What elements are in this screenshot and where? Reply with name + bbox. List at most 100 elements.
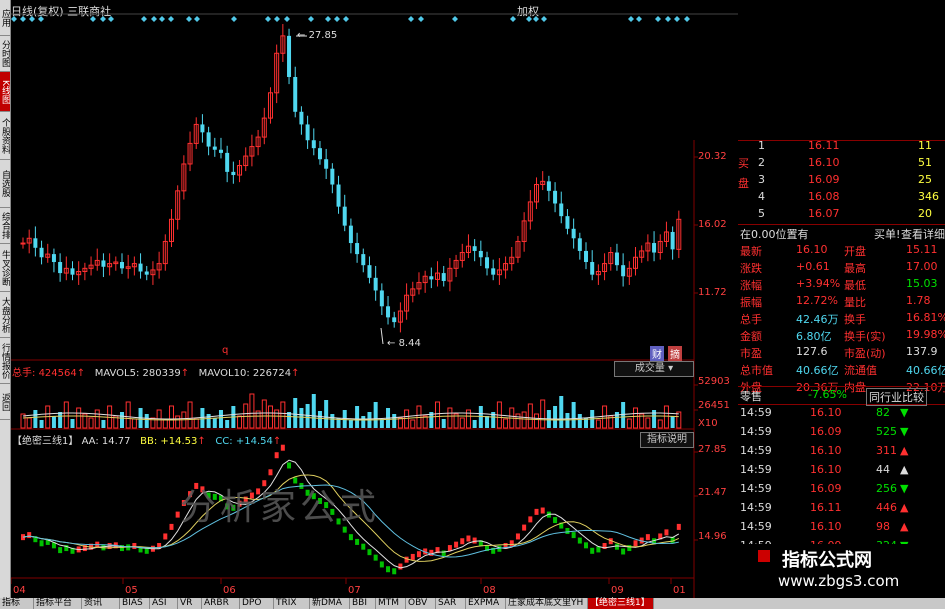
bottom-tab-9[interactable]: TRIX bbox=[274, 598, 310, 609]
candle-body bbox=[305, 124, 310, 141]
indicator-bar bbox=[509, 540, 514, 547]
volume-bar bbox=[212, 418, 217, 428]
bid-row[interactable]: 5 16.07 20 bbox=[738, 206, 945, 223]
candle-body bbox=[317, 148, 322, 160]
candle-body bbox=[478, 250, 483, 258]
candle-body bbox=[206, 132, 211, 147]
stat-key: 振幅 bbox=[740, 296, 762, 309]
bottom-tab-16[interactable]: 庄家成本底文里YH bbox=[506, 598, 588, 609]
bottom-tab-3[interactable]: 资讯 bbox=[82, 598, 120, 609]
bid-volume: 25 bbox=[918, 173, 932, 186]
compare-sector-button[interactable]: 同行业比较 bbox=[866, 388, 927, 406]
volume-bar bbox=[441, 419, 446, 428]
price-axis-label: 16.02 bbox=[698, 219, 727, 230]
left-tab-4[interactable]: 个股资料 bbox=[0, 112, 10, 160]
candle-body bbox=[590, 262, 595, 275]
volume-bar bbox=[218, 410, 223, 428]
candle-body bbox=[342, 206, 347, 226]
volume-bar bbox=[330, 414, 335, 428]
stat-value: 15.11 bbox=[906, 243, 938, 256]
tab-finance[interactable]: 财 bbox=[650, 346, 664, 361]
signal-diamond bbox=[20, 16, 26, 22]
stat-row: 总手 42.46万 换手 16.81% bbox=[738, 310, 945, 327]
signal-diamond bbox=[194, 16, 200, 22]
bottom-tab-4[interactable]: BIAS bbox=[120, 598, 150, 609]
bottom-tab-14[interactable]: SAR bbox=[436, 598, 466, 609]
volume-bar bbox=[88, 417, 94, 429]
bottom-tab-1[interactable]: 指标 bbox=[0, 598, 34, 609]
candle-body bbox=[386, 306, 391, 318]
high-price-mark: ← 27.85 bbox=[297, 30, 338, 41]
stat-row: 涨幅 +3.94% 最低 15.03 bbox=[738, 276, 945, 293]
bid-row[interactable]: 4 16.08 346 bbox=[738, 189, 945, 206]
left-tab-3[interactable]: K线图 bbox=[0, 72, 10, 112]
volume-bar bbox=[485, 416, 490, 428]
signal-diamond bbox=[141, 16, 147, 22]
bottom-tab-2[interactable]: 指标平台 bbox=[34, 598, 82, 609]
left-tab-8[interactable]: 大盘分析 bbox=[0, 292, 10, 338]
position-buy-label[interactable]: 买单! bbox=[874, 226, 900, 242]
stat-key: 最低 bbox=[844, 279, 866, 292]
candle-body bbox=[212, 146, 217, 150]
low-guide bbox=[380, 327, 384, 345]
signal-diamond bbox=[343, 16, 349, 22]
candle-body bbox=[218, 149, 223, 153]
volume-bar bbox=[33, 410, 38, 428]
candle-body bbox=[144, 271, 149, 275]
indicator-axis-label: 27.85 bbox=[698, 444, 727, 455]
volume-bar bbox=[534, 413, 540, 429]
candle-body bbox=[621, 265, 626, 277]
left-tab-9[interactable]: 行情报价 bbox=[0, 338, 10, 384]
indicator-bar bbox=[39, 540, 44, 547]
candle-body bbox=[101, 260, 106, 267]
candle-body bbox=[348, 225, 353, 244]
stat-value: 16.81% bbox=[906, 311, 945, 324]
left-tab-7[interactable]: 牛叉诊断 bbox=[0, 244, 10, 292]
bottom-tab-5[interactable]: ASI bbox=[150, 598, 178, 609]
volume-indicator-button[interactable]: 成交量 ▾ bbox=[614, 361, 694, 377]
signal-diamond bbox=[100, 16, 106, 22]
indicator-bar bbox=[132, 543, 137, 550]
bottom-tab-7[interactable]: ARBR bbox=[202, 598, 240, 609]
indicator-help-button[interactable]: 指标说明 bbox=[640, 432, 694, 448]
indicator-bar bbox=[392, 568, 397, 575]
bottom-tab-15[interactable]: EXPMA bbox=[466, 598, 506, 609]
bid-row[interactable]: 3 16.09 25 bbox=[738, 172, 945, 189]
bottom-tab-17[interactable]: 【绝密三线1】 bbox=[588, 598, 654, 609]
bottom-tab-12[interactable]: MTM bbox=[376, 598, 406, 609]
bid-row[interactable]: 2 16.10 51 bbox=[738, 155, 945, 172]
candle-body bbox=[559, 203, 564, 217]
tab-summary[interactable]: 摘 bbox=[668, 346, 682, 361]
signal-diamond bbox=[168, 16, 174, 22]
signal-diamond bbox=[274, 16, 280, 22]
tick-volume: 525 bbox=[876, 425, 897, 438]
candle-body bbox=[553, 190, 558, 204]
tick-row: 14:59 16.10 98 ▲ bbox=[738, 519, 945, 536]
indicator-bar bbox=[664, 529, 669, 536]
candle-body bbox=[472, 246, 477, 251]
signal-diamond bbox=[38, 16, 44, 22]
candle-body bbox=[546, 181, 551, 191]
indicator-bar bbox=[373, 554, 378, 561]
left-tab-2[interactable]: 分时图 bbox=[0, 36, 10, 72]
bottom-tab-10[interactable]: 新DMA bbox=[310, 598, 350, 609]
view-detail-link[interactable]: 查看详细 bbox=[901, 226, 945, 242]
candle-body bbox=[441, 273, 446, 281]
left-tab-1[interactable]: 应用 bbox=[0, 0, 10, 36]
bottom-tab-11[interactable]: BBI bbox=[350, 598, 376, 609]
left-tab-6[interactable]: 综合排名 bbox=[0, 208, 10, 244]
signal-diamond bbox=[636, 16, 642, 22]
date-label: 05 bbox=[125, 585, 138, 596]
up-arrow-icon: ▲ bbox=[900, 463, 909, 476]
left-tab-5[interactable]: 自选股 bbox=[0, 160, 10, 208]
tick-volume: 98 bbox=[876, 520, 890, 533]
bottom-tab-6[interactable]: VR bbox=[178, 598, 202, 609]
low-price-mark: ← 8.44 bbox=[387, 338, 421, 349]
bid-volume: 20 bbox=[918, 207, 932, 220]
left-tab-10[interactable]: 返回 bbox=[0, 384, 10, 420]
stat-row: 市盈 127.6 市盈(动) 137.9 bbox=[738, 344, 945, 361]
volume-bar bbox=[361, 416, 366, 428]
volume-bar bbox=[503, 418, 509, 429]
bottom-tab-13[interactable]: OBV bbox=[406, 598, 436, 609]
bottom-tab-8[interactable]: DPO bbox=[240, 598, 274, 609]
